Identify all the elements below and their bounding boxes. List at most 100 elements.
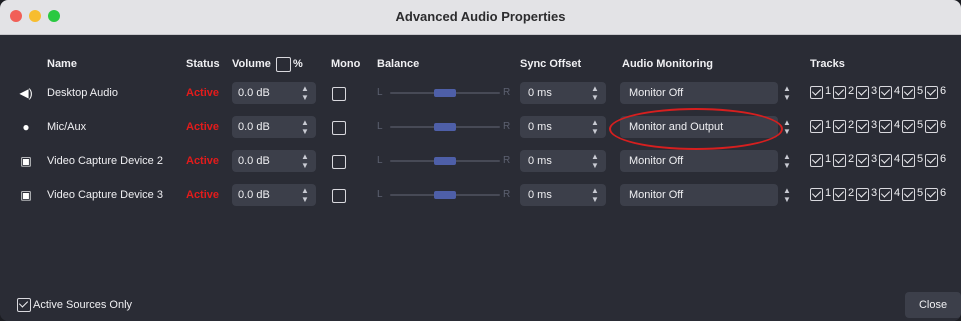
spin-arrows-icon[interactable]: ▲ ▼: [590, 84, 600, 102]
balance-slider-handle[interactable]: [434, 191, 456, 199]
spin-arrows-icon[interactable]: ▲ ▼: [300, 186, 310, 204]
audio-monitoring-value: Monitor and Output: [629, 121, 724, 133]
checkbox-checked-icon: [856, 154, 869, 167]
volume-value: 0.0 dB: [238, 155, 270, 167]
volume-value: 0.0 dB: [238, 87, 270, 99]
balance-slider-handle[interactable]: [434, 123, 456, 131]
active-sources-only-checkbox[interactable]: [17, 298, 31, 312]
audio-monitoring-select[interactable]: Monitor Off ▲ ▼: [620, 150, 791, 172]
select-arrows-icon[interactable]: ▲ ▼: [782, 152, 792, 170]
sync-offset-spinbox[interactable]: 0 ms ▲ ▼: [520, 116, 606, 138]
source-name: Desktop Audio: [47, 87, 118, 99]
spin-arrows-icon[interactable]: ▲ ▼: [590, 152, 600, 170]
track-number: 2: [848, 153, 855, 165]
spin-arrows-icon[interactable]: ▲ ▼: [590, 118, 600, 136]
checkbox-checked-icon: [833, 154, 846, 167]
header-balance: Balance: [377, 58, 420, 70]
track-number: 4: [894, 119, 901, 131]
balance-right-label: R: [503, 189, 511, 200]
track-number: 5: [917, 187, 924, 199]
audio-monitoring-select[interactable]: Monitor Off ▲ ▼: [620, 184, 791, 206]
spin-arrows-icon[interactable]: ▲ ▼: [590, 186, 600, 204]
active-sources-only-label[interactable]: Active Sources Only: [33, 290, 132, 321]
footer: Active Sources Only Close: [0, 290, 961, 321]
checkbox-checked-icon: [925, 154, 938, 167]
audio-monitoring-select[interactable]: Monitor Off ▲ ▼: [620, 82, 791, 104]
audio-monitoring-select[interactable]: Monitor and Output ▲ ▼: [620, 116, 791, 138]
track-number: 3: [871, 119, 878, 131]
checkbox-checked-icon: [810, 86, 823, 99]
select-arrows-icon[interactable]: ▲ ▼: [782, 118, 792, 136]
select-arrows-icon[interactable]: ▲ ▼: [782, 84, 792, 102]
audio-monitoring-value: Monitor Off: [629, 189, 684, 201]
volume-spinbox[interactable]: 0.0 dB ▲ ▼: [232, 184, 316, 206]
volume-spinbox[interactable]: 0.0 dB ▲ ▼: [232, 82, 316, 104]
camera-icon: ▣: [20, 188, 32, 202]
sync-offset-value: 0 ms: [528, 155, 552, 167]
status-badge: Active: [186, 155, 220, 167]
checkbox-checked-icon: [833, 120, 846, 133]
speaker-icon: ◀): [19, 86, 33, 100]
sync-offset-spinbox[interactable]: 0 ms ▲ ▼: [520, 184, 606, 206]
checkbox-checked-icon: [856, 188, 869, 201]
header-status: Status: [186, 58, 220, 70]
track-number: 4: [894, 187, 901, 199]
table-row: ▣ Video Capture Device 3 Active 0.0 dB ▲…: [0, 178, 961, 212]
track-number: 5: [917, 153, 924, 165]
close-button[interactable]: Close: [905, 292, 961, 318]
volume-spinbox[interactable]: 0.0 dB ▲ ▼: [232, 116, 316, 138]
status-badge: Active: [186, 189, 220, 201]
track-number: 6: [940, 85, 947, 97]
volume-percent-checkbox[interactable]: [276, 57, 291, 72]
track-number: 1: [825, 119, 832, 131]
checkbox-checked-icon: [810, 154, 823, 167]
checkbox-checked-icon: [856, 120, 869, 133]
checkbox-checked-icon: [902, 120, 915, 133]
source-name: Mic/Aux: [47, 121, 87, 133]
track-number: 5: [917, 119, 924, 131]
camera-icon: ▣: [20, 154, 32, 168]
track-number: 6: [940, 187, 947, 199]
balance-left-label: L: [377, 155, 383, 166]
sync-offset-spinbox[interactable]: 0 ms ▲ ▼: [520, 82, 606, 104]
checkbox-checked-icon: [879, 86, 892, 99]
checkbox-checked-icon: [925, 86, 938, 99]
volume-spinbox[interactable]: 0.0 dB ▲ ▼: [232, 150, 316, 172]
balance-left-label: L: [377, 121, 383, 132]
sync-offset-spinbox[interactable]: 0 ms ▲ ▼: [520, 150, 606, 172]
header-tracks: Tracks: [810, 58, 845, 70]
balance-right-label: R: [503, 155, 511, 166]
checkbox-checked-icon: [925, 188, 938, 201]
spin-arrows-icon[interactable]: ▲ ▼: [300, 84, 310, 102]
mono-checkbox[interactable]: [332, 87, 346, 101]
title-bar: Advanced Audio Properties: [0, 0, 961, 35]
volume-value: 0.0 dB: [238, 121, 270, 133]
track-number: 3: [871, 85, 878, 97]
spin-arrows-icon[interactable]: ▲ ▼: [300, 152, 310, 170]
table-row: ▣ Video Capture Device 2 Active 0.0 dB ▲…: [0, 144, 961, 178]
track-number: 2: [848, 187, 855, 199]
checkbox-checked-icon: [879, 188, 892, 201]
audio-monitoring-value: Monitor Off: [629, 87, 684, 99]
header-volume: Volume: [232, 58, 271, 70]
mono-checkbox[interactable]: [332, 189, 346, 203]
spin-arrows-icon[interactable]: ▲ ▼: [300, 118, 310, 136]
status-badge: Active: [186, 87, 220, 99]
header-audio-monitoring: Audio Monitoring: [622, 58, 714, 70]
track-number: 1: [825, 153, 832, 165]
track-number: 2: [848, 85, 855, 97]
checkbox-checked-icon: [879, 120, 892, 133]
track-number: 3: [871, 153, 878, 165]
header-name: Name: [47, 58, 77, 70]
balance-slider-handle[interactable]: [434, 89, 456, 97]
select-arrows-icon[interactable]: ▲ ▼: [782, 186, 792, 204]
checkbox-checked-icon: [833, 188, 846, 201]
sync-offset-value: 0 ms: [528, 87, 552, 99]
balance-left-label: L: [377, 189, 383, 200]
checkbox-checked-icon: [856, 86, 869, 99]
checkbox-checked-icon: [833, 86, 846, 99]
mono-checkbox[interactable]: [332, 155, 346, 169]
balance-left-label: L: [377, 87, 383, 98]
balance-slider-handle[interactable]: [434, 157, 456, 165]
mono-checkbox[interactable]: [332, 121, 346, 135]
